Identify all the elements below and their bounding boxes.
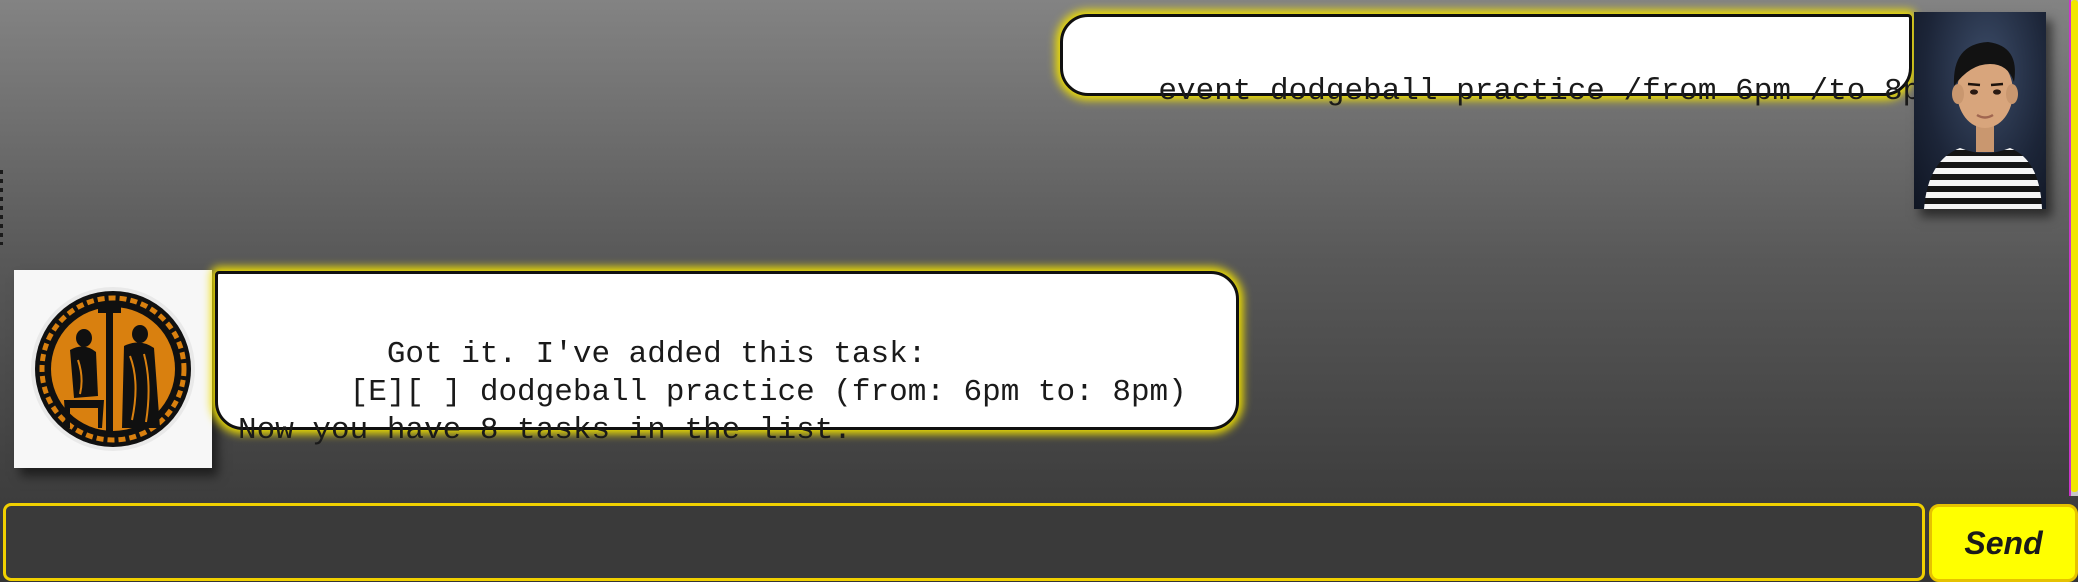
user-avatar — [1914, 12, 2046, 209]
message-input[interactable] — [3, 503, 1925, 581]
user-message-text: event dodgeball practice /from 6pm /to 8… — [1158, 74, 1940, 109]
bot-avatar — [14, 270, 212, 468]
vertical-scrollbar[interactable] — [2069, 0, 2078, 496]
scrollbar-thumb[interactable] — [2071, 0, 2078, 492]
user-message-bubble: event dodgeball practice /from 6pm /to 8… — [1060, 14, 1940, 109]
window-edge-marks — [0, 170, 3, 245]
bot-message-text: Got it. I've added this task: [E][ ] dod… — [238, 337, 1187, 448]
user-photo-icon — [1924, 42, 2042, 209]
chat-window: event dodgeball practice /from 6pm /to 8… — [0, 0, 2078, 582]
send-button[interactable]: Send — [1929, 504, 2078, 582]
bot-message-bubble: Got it. I've added this task: [E][ ] dod… — [215, 271, 1239, 448]
input-row: Send — [0, 500, 2078, 582]
greek-medallion-icon — [31, 287, 195, 451]
